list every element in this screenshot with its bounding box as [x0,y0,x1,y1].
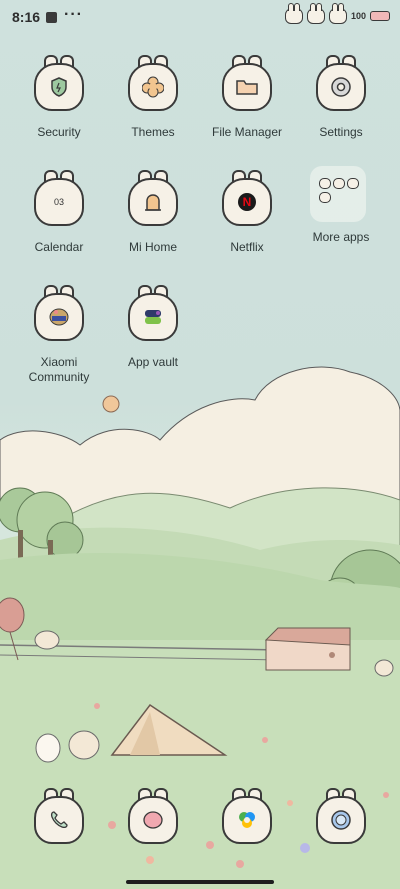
battery-icon [370,11,390,21]
app-label: Settings [319,125,363,139]
app-label: Mi Home [128,240,177,254]
shield-icon [34,55,84,113]
app-label: Security [37,125,81,139]
dock-browser[interactable] [202,788,292,846]
app-mi-home[interactable]: Mi Home [108,170,198,255]
dock-messages[interactable] [108,788,198,846]
phone-icon [34,788,84,846]
app-label: Netflix [230,240,264,254]
dock-camera[interactable] [296,788,386,846]
flower-icon [128,55,178,113]
folder-icon [222,55,272,113]
netflix-icon: N [222,170,272,228]
app-vault-icon [128,285,178,343]
app-label: File Manager [211,125,283,139]
app-settings[interactable]: Settings [296,55,386,140]
status-indicators: 100 [284,3,390,24]
home-indicator[interactable] [126,880,274,884]
more-notifications-icon: ··· [64,6,83,23]
svg-text:N: N [243,195,252,209]
folder-more-apps[interactable]: More apps [296,166,386,245]
app-app-vault[interactable]: App vault [108,285,198,370]
messages-icon [128,788,178,846]
gear-icon [316,55,366,113]
app-label: App vault [127,355,179,369]
notification-icon [46,12,57,23]
browser-icon [222,788,272,846]
dock-phone[interactable] [14,788,104,846]
app-label: Calendar [34,240,84,254]
app-label: Themes [131,125,175,139]
battery-percentage: 100 [350,11,366,21]
app-label: Xiaomi Community [28,355,90,384]
app-xiaomi-community[interactable]: Xiaomi Community [14,285,104,385]
app-themes[interactable]: Themes [108,55,198,140]
signal-icon-2 [306,3,325,24]
wifi-icon [328,3,347,24]
app-file-manager[interactable]: File Manager [202,55,292,140]
calendar-date: 03 [53,197,64,207]
app-label: More apps [312,230,370,244]
calendar-icon: 03 [34,170,84,228]
status-bar: 8:16 ··· 100 [0,0,400,36]
signal-icon [284,3,303,24]
folder-apps-icon [310,166,369,222]
camera-icon [316,788,366,846]
app-security[interactable]: Security [14,55,104,140]
home-screen: 8:16 ··· 100 Security Themes File Manage… [0,0,400,889]
home-icon [128,170,178,228]
community-icon [34,285,84,343]
app-netflix[interactable]: N Netflix [202,170,292,255]
status-time: 8:16 [12,9,41,25]
app-calendar[interactable]: 03 Calendar [14,170,104,255]
